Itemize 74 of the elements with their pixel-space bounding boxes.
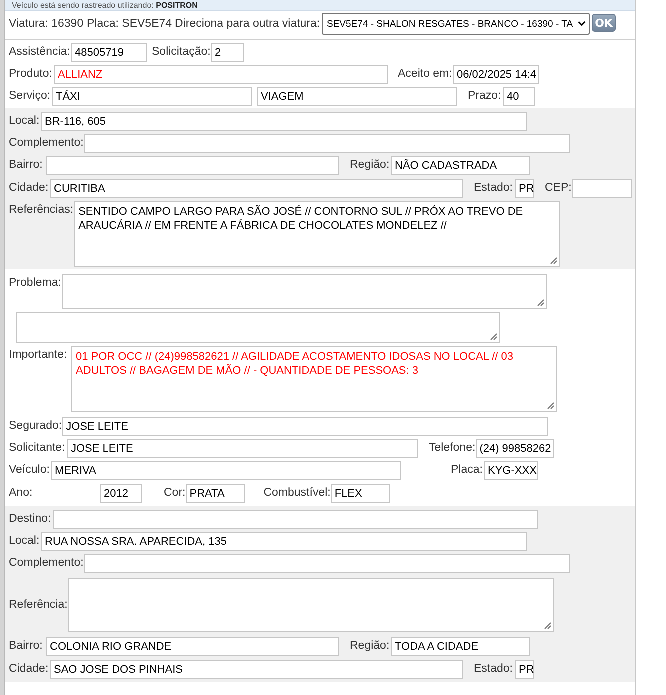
input-field[interactable]: NÃO CADASTRADA (391, 156, 530, 175)
field-label: Referências: (9, 204, 74, 217)
field-label: Placa: (451, 464, 483, 477)
field-label: Viatura: 16390 (9, 18, 84, 30)
caret-icon (578, 21, 586, 27)
input-field[interactable]: (24) 99858262 (476, 439, 554, 458)
field-label: Veículo: (9, 464, 50, 477)
resize-grip-icon[interactable] (550, 257, 558, 265)
input-field[interactable]: TÁXI (52, 87, 252, 106)
field-label: Estado: (474, 182, 513, 195)
input-field[interactable]: 48505719 (71, 43, 147, 62)
field-label: Produto: (9, 68, 52, 81)
text-area[interactable]: 01 POR OCC // (24)998582621 // AGILIDADE ACOSTAMENTO IDOSAS NO LOCAL // 03 ADULTOS // BAGAGEM DE MÃO // - QUANTIDADE DE PESSOAS: 3 (71, 346, 557, 412)
input-field[interactable]: ALLIANZ (54, 65, 388, 84)
input-field[interactable]: PR (515, 179, 534, 198)
field-label: Local: (9, 115, 40, 128)
field-label: CEP: (545, 182, 572, 195)
vehicle-select[interactable]: SEV5E74 - SHALON RESGATES - BRANCO - 16390 - TA (322, 13, 590, 35)
field-label: Solicitante: (9, 442, 66, 455)
input-field[interactable] (572, 179, 632, 198)
field-label: Região: (350, 640, 390, 653)
input-field[interactable]: BR-116, 605 (41, 112, 527, 131)
field-label: Região: (350, 159, 390, 172)
input-field[interactable]: 2012 (100, 484, 142, 503)
input-field[interactable]: FLEX (330, 484, 390, 503)
field-label: Destino: (9, 513, 52, 526)
field-label: Ano: (9, 487, 33, 500)
field-label: Local: (9, 535, 40, 548)
input-field[interactable] (53, 510, 538, 529)
resize-grip-icon[interactable] (537, 299, 545, 307)
field-label: Telefone: (429, 442, 476, 455)
field-label: Estado: (474, 663, 513, 676)
field-label: Segurado: (9, 420, 62, 433)
input-field[interactable]: PRATA (186, 484, 245, 503)
input-field[interactable]: SAO JOSE DOS PINHAIS (50, 660, 463, 679)
input-field[interactable]: 40 (503, 87, 535, 106)
input-field[interactable] (46, 156, 339, 175)
input-field[interactable]: JOSE LEITE (62, 417, 548, 436)
field-label: Cor: (164, 487, 186, 500)
field-label: Problema: (9, 277, 62, 290)
field-label: Bairro: (9, 640, 43, 653)
field-label: Complemento: (9, 137, 84, 150)
field-label: Solicitação: (152, 46, 211, 59)
field-label: Direciona para outra viatura: (175, 18, 320, 30)
input-field[interactable]: 06/02/2025 14:4 (453, 65, 539, 84)
field-label: Cidade: (9, 663, 49, 676)
input-field[interactable]: VIAGEM (257, 87, 457, 106)
input-field[interactable]: COLONIA RIO GRANDE (46, 637, 339, 656)
field-label: Referência: (9, 598, 68, 612)
field-label: Cidade: (9, 182, 49, 195)
field-label: Serviço: (9, 90, 51, 103)
field-label: Combustível: (264, 487, 331, 500)
input-field[interactable]: MERIVA (51, 461, 401, 480)
resize-grip-icon[interactable] (547, 402, 555, 410)
field-label: Bairro: (9, 159, 43, 172)
field-label: Complemento: (9, 557, 84, 570)
field-label: Aceito em: (398, 68, 452, 81)
resize-grip-icon[interactable] (544, 622, 552, 630)
field-label: Importante: (9, 349, 68, 362)
input-field[interactable]: RUA NOSSA SRA. APARECIDA, 135 (41, 532, 527, 551)
input-field[interactable]: TODA A CIDADE (391, 637, 530, 656)
field-label: Prazo: (468, 90, 502, 103)
input-field[interactable] (84, 554, 570, 573)
input-field[interactable] (84, 134, 570, 153)
text-area[interactable]: SENTIDO CAMPO LARGO PARA SÃO JOSÉ // CONTORNO SUL // PRÓX AO TREVO DE ARAUCÁRIA // EM FRENTE A FÁBRICA DE CHOCOLATES MONDELEZ // (74, 201, 560, 267)
input-field[interactable]: KYG-XXX (484, 461, 538, 480)
field-label: Assistência: (9, 46, 70, 59)
input-field[interactable]: JOSE LEITE (67, 439, 418, 458)
resize-grip-icon[interactable] (490, 333, 498, 341)
input-field[interactable]: PR (515, 660, 534, 679)
tracking-notice: Veículo está sendo rastreado utilizando: POSITRON (12, 1, 198, 10)
input-field[interactable]: CURITIBA (50, 179, 463, 198)
input-field[interactable]: 2 (211, 43, 244, 62)
field-label: Placa: SEV5E74 (87, 18, 172, 30)
